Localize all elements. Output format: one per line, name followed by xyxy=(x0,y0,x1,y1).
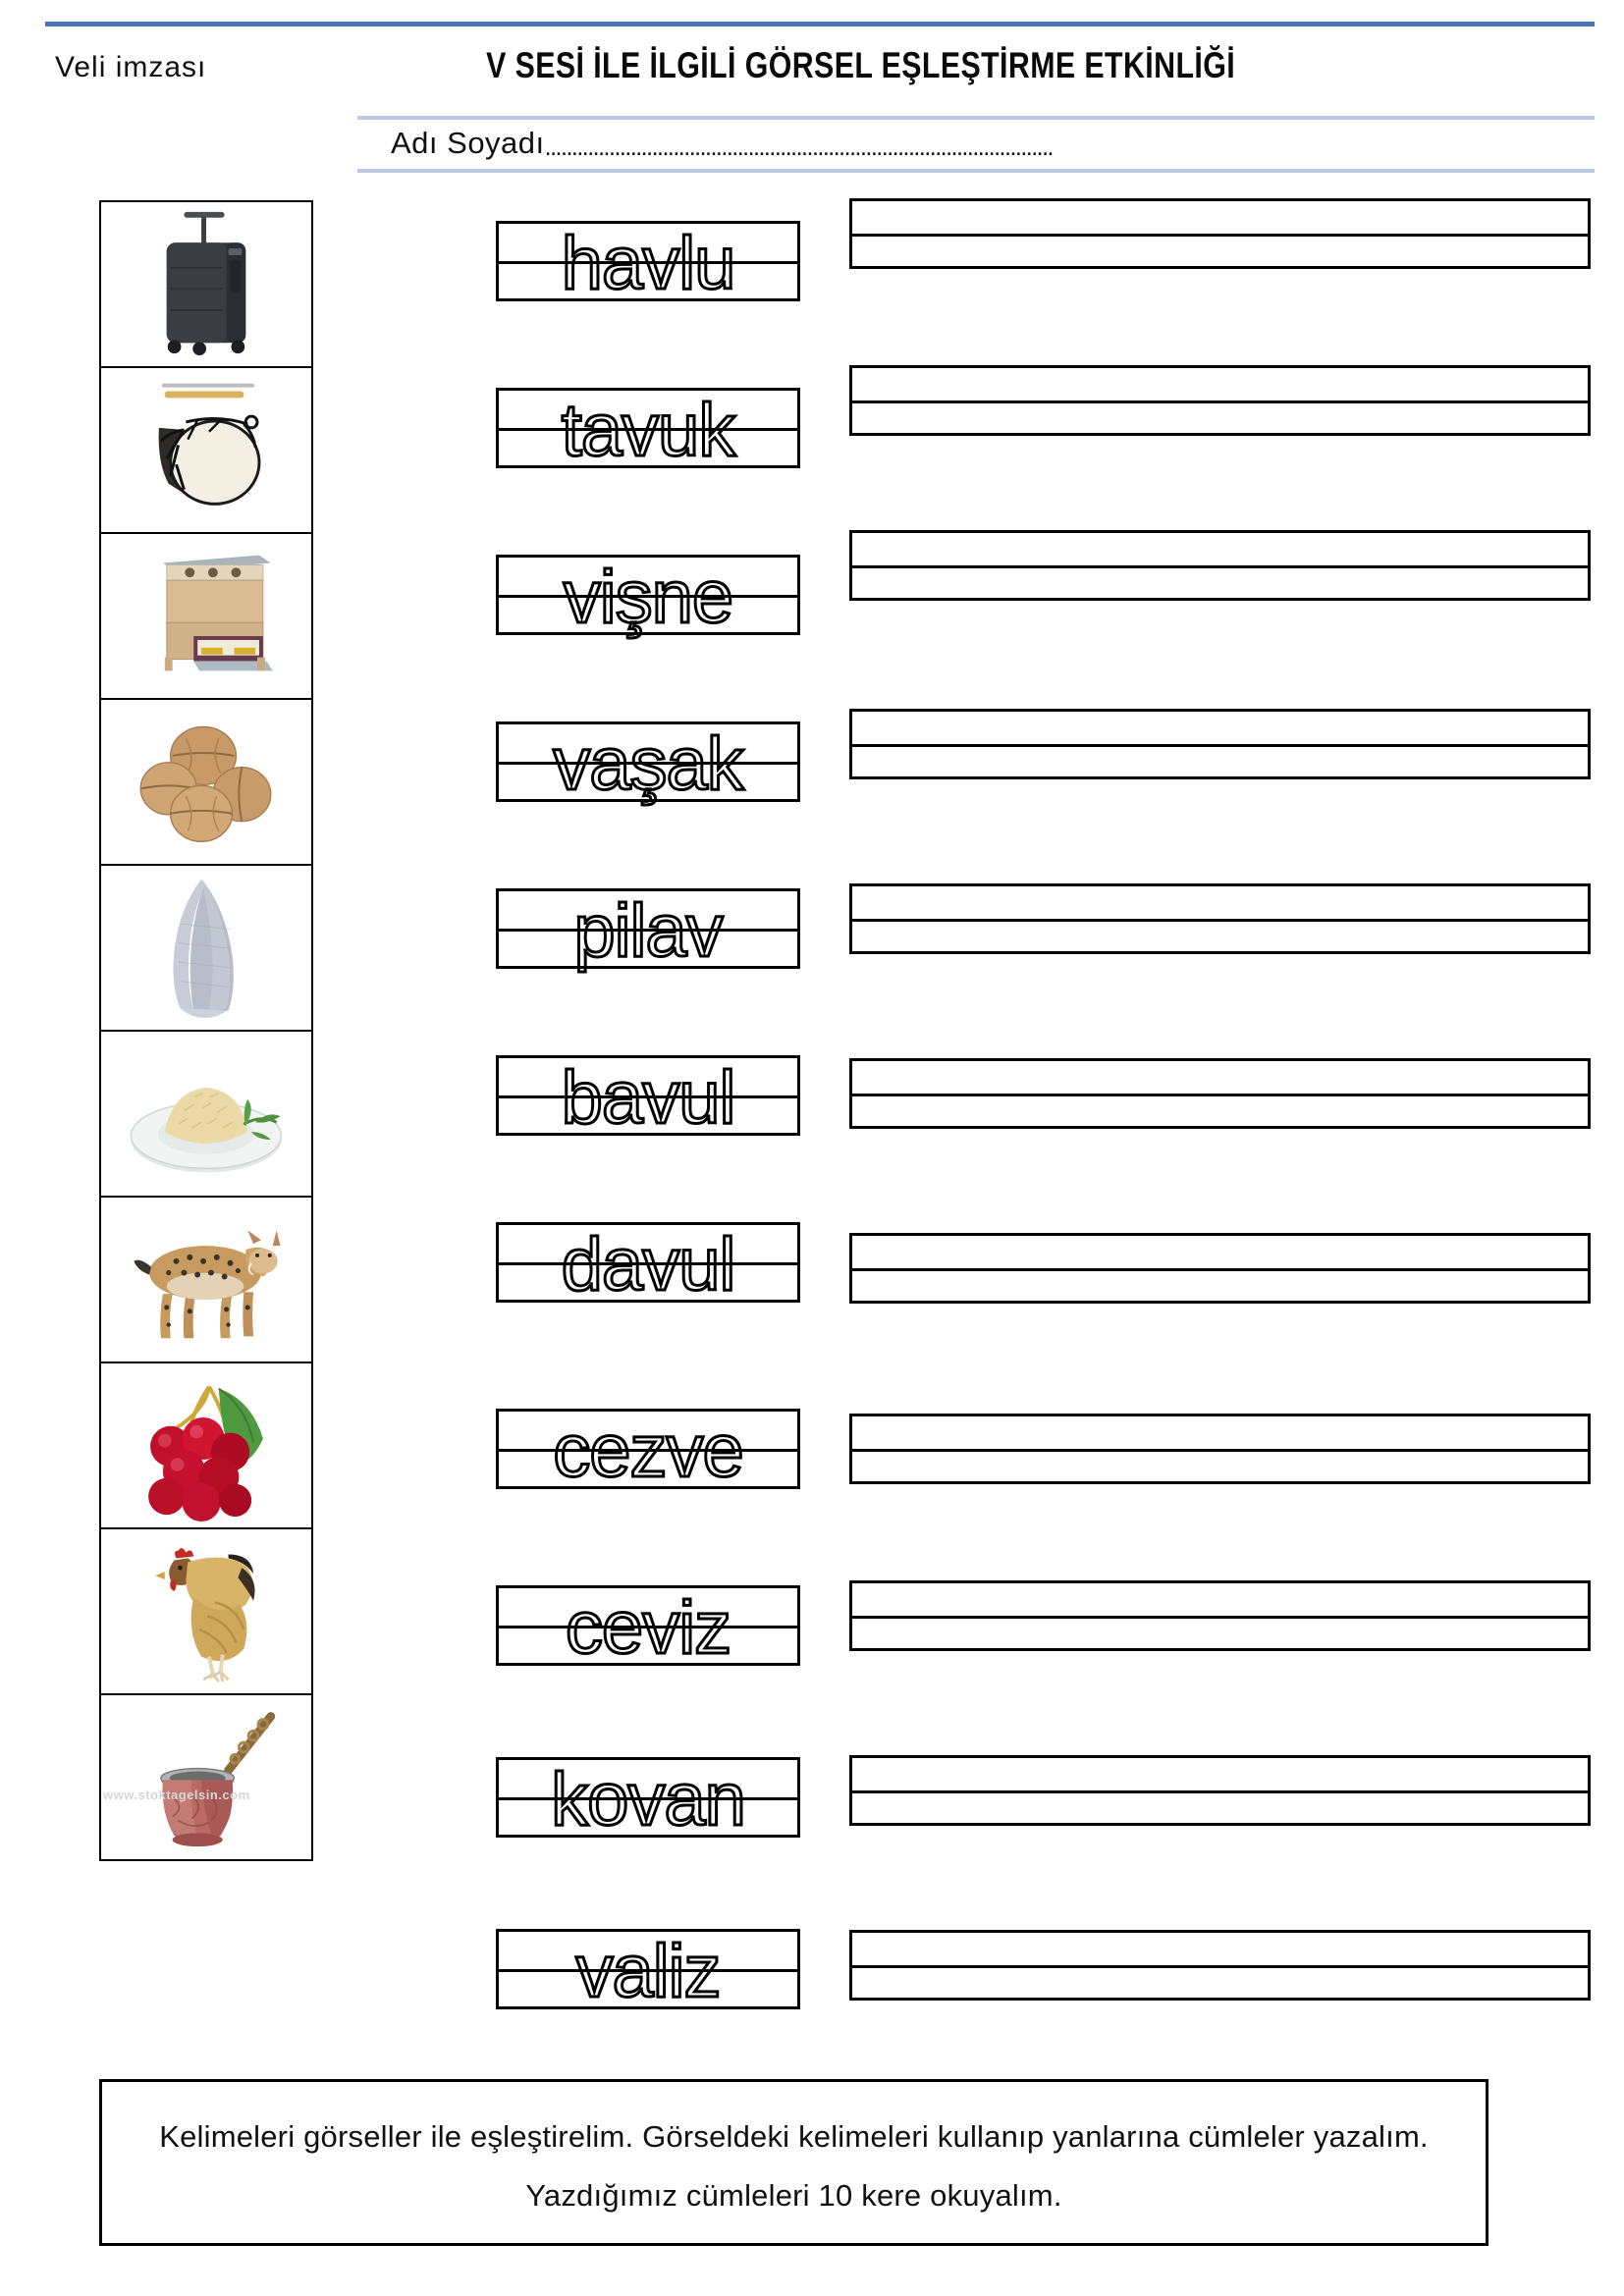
image-cell-coffee-pot-cezve[interactable]: www.stoktagelsin.com xyxy=(101,1695,311,1861)
sentence-box-11[interactable] xyxy=(849,1930,1591,2001)
parent-signature-label: Veli imzası xyxy=(55,51,207,83)
sentence-box-divider xyxy=(852,744,1588,747)
sentence-box-divider xyxy=(852,1965,1588,1968)
sentence-box-2[interactable] xyxy=(849,365,1591,436)
image-cell-beehive[interactable] xyxy=(101,534,311,700)
word-text: tavuk xyxy=(560,389,737,472)
image-cell-towel[interactable] xyxy=(101,866,311,1032)
sentence-box-divider xyxy=(852,1616,1588,1619)
suitcase-icon xyxy=(166,211,246,356)
word-box-6[interactable]: bavul xyxy=(496,1055,800,1140)
image-cell-chicken[interactable] xyxy=(101,1529,311,1695)
word-box-10[interactable]: kovan xyxy=(496,1757,800,1842)
name-dotted-line[interactable]: ........................................… xyxy=(545,133,1055,161)
word-text: pilav xyxy=(572,889,725,973)
image-cell-drum[interactable] xyxy=(101,368,311,534)
word-box-1[interactable]: havlu xyxy=(496,221,800,305)
instruction-box: Kelimeleri görseller ile eşleştirelim. G… xyxy=(99,2079,1489,2246)
word-text: ceviz xyxy=(564,1586,732,1670)
word-text: bavul xyxy=(560,1056,737,1140)
word-box-4[interactable]: vaşak xyxy=(496,721,800,806)
sentence-box-7[interactable] xyxy=(849,1233,1591,1304)
word-text: kovan xyxy=(550,1758,748,1842)
sentence-box-divider xyxy=(852,234,1588,237)
word-text: davul xyxy=(560,1223,737,1307)
title-underline-rule xyxy=(357,116,1595,120)
sentence-box-divider xyxy=(852,565,1588,568)
cherries-icon xyxy=(148,1385,263,1522)
word-text: vişne xyxy=(562,556,734,639)
drum-icon xyxy=(158,383,261,506)
chicken-icon xyxy=(154,1548,255,1682)
instruction-text: Kelimeleri görseller ile eşleştirelim. G… xyxy=(159,2119,1429,2214)
lynx-icon xyxy=(134,1230,281,1339)
sentence-box-9[interactable] xyxy=(849,1580,1591,1651)
header-top-rule xyxy=(45,22,1595,27)
word-box-8[interactable]: cezve xyxy=(496,1409,800,1493)
word-box-7[interactable]: davul xyxy=(496,1222,800,1307)
image-cell-lynx[interactable] xyxy=(101,1198,311,1363)
sentence-box-divider xyxy=(852,1790,1588,1793)
sentence-box-divider xyxy=(852,400,1588,403)
word-text: vaşak xyxy=(552,722,746,806)
word-text: havlu xyxy=(560,222,737,305)
page-title: V SESİ İLE İLGİLİ GÖRSEL EŞLEŞTİRME ETKİ… xyxy=(486,45,1236,85)
towel-icon xyxy=(173,879,234,1018)
sentence-box-6[interactable] xyxy=(849,1058,1591,1129)
word-text: valiz xyxy=(574,1930,723,2013)
word-text: cezve xyxy=(552,1410,746,1493)
image-cell-cherries[interactable] xyxy=(101,1363,311,1529)
word-box-9[interactable]: ceviz xyxy=(496,1585,800,1670)
image-cell-walnuts[interactable] xyxy=(101,700,311,866)
sentence-box-divider xyxy=(852,1449,1588,1452)
sentence-box-3[interactable] xyxy=(849,530,1591,601)
cezve-icon xyxy=(160,1712,276,1847)
sentence-box-divider xyxy=(852,1094,1588,1096)
rice-plate-icon xyxy=(130,1087,283,1173)
walnuts-icon xyxy=(139,725,272,843)
word-box-5[interactable]: pilav xyxy=(496,888,800,973)
word-box-3[interactable]: vişne xyxy=(496,555,800,639)
name-field-label: Adı Soyadı..............................… xyxy=(391,126,1055,161)
word-box-2[interactable]: tavuk xyxy=(496,388,800,472)
sentence-box-8[interactable] xyxy=(849,1414,1591,1484)
word-box-11[interactable]: valiz xyxy=(496,1929,800,2013)
beehive-icon xyxy=(162,555,273,671)
worksheet-page: Veli imzası V SESİ İLE İLGİLİ GÖRSEL EŞL… xyxy=(0,0,1624,2296)
sentence-box-5[interactable] xyxy=(849,883,1591,954)
sentence-box-4[interactable] xyxy=(849,709,1591,779)
image-column: www.stoktagelsin.com xyxy=(99,200,313,1861)
sentence-box-divider xyxy=(852,919,1588,922)
name-underline-rule xyxy=(357,169,1595,173)
sentence-box-divider xyxy=(852,1268,1588,1271)
image-cell-suitcase[interactable] xyxy=(101,202,311,368)
sentence-box-10[interactable] xyxy=(849,1755,1591,1826)
sentence-box-1[interactable] xyxy=(849,198,1591,269)
image-cell-rice-pilaf[interactable] xyxy=(101,1032,311,1198)
name-label-text: Adı Soyadı xyxy=(391,126,545,160)
